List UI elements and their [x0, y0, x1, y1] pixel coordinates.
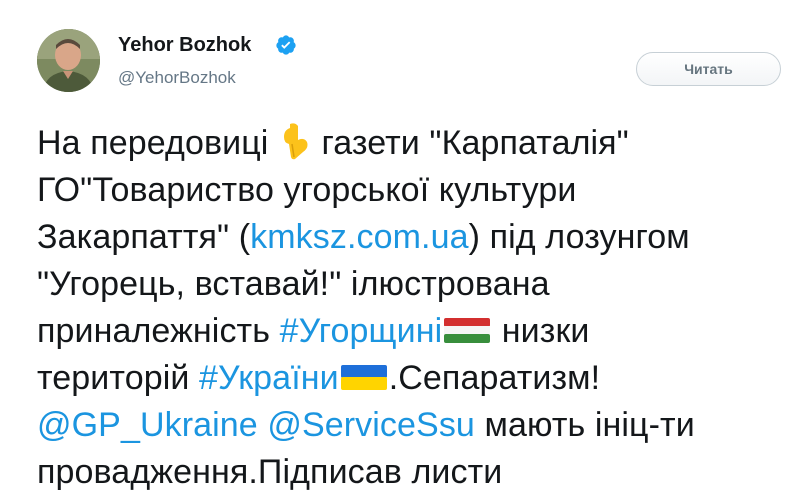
tweet-text-segment: низки — [492, 312, 590, 350]
mention-link-gp-ukraine[interactable]: @GP_Ukraine — [37, 406, 258, 444]
tweet-text-segment: .Сепаратизм! — [388, 359, 601, 397]
tweet-line-5: приналежність #Угорщині низки — [37, 308, 797, 355]
verified-badge-icon — [276, 35, 296, 55]
tweet-text-segment: територій — [37, 359, 200, 397]
tweet-card: Yehor Bozhok @YehorBozhok Читать На пере… — [0, 0, 800, 503]
avatar-photo-icon — [37, 29, 100, 92]
tweet-text-segment: На передовиці — [37, 124, 269, 162]
tweet-text-segment: ) під лозунгом — [468, 218, 690, 256]
avatar[interactable] — [37, 29, 100, 92]
tweet-line-4: "Угорець, вставай!" ілюстрована — [37, 261, 797, 308]
tweet-line-7: @GP_Ukraine @ServiceSsu мають ініц-ти — [37, 402, 797, 449]
tweet-line-1: На передовиці газети "Карпаталія" — [37, 120, 797, 167]
tweet-line-2: ГО"Товариство угорської культури — [37, 167, 797, 214]
tweet-text-segment: "Угорець, вставай!" ілюстрована — [37, 265, 550, 303]
url-link[interactable]: kmksz.com.ua — [250, 218, 468, 256]
tweet-text-segment — [258, 406, 268, 444]
tweet-text-segment: газети "Карпаталія" — [321, 124, 629, 162]
tweet-line-8: провадження.Підписав листи — [37, 449, 797, 496]
tweet-text-segment: Закарпаття" ( — [37, 218, 251, 256]
author-handle[interactable]: @YehorBozhok — [118, 67, 236, 89]
tweet-text-segment: приналежність — [37, 312, 280, 350]
author-name[interactable]: Yehor Bozhok — [118, 33, 251, 57]
tweet-line-3: Закарпаття" (kmksz.com.ua) під лозунгом — [37, 214, 797, 261]
tweet-line-6: територій #України .Сепаратизм! — [37, 355, 797, 402]
tweet-text-segment: провадження.Підписав листи — [37, 453, 503, 491]
flag-hungary-icon — [442, 314, 492, 361]
tweet-text-segment: мають ініц-ти — [474, 406, 695, 444]
hashtag-link-hungary[interactable]: #Угорщині — [280, 312, 443, 350]
flag-ukraine-icon — [339, 361, 389, 408]
tweet-text-segment: ГО"Товариство угорської культури — [37, 171, 577, 209]
follow-button[interactable]: Читать — [636, 52, 781, 86]
pointing-down-icon — [278, 122, 312, 173]
mention-link-servicessu[interactable]: @ServiceSsu — [267, 406, 475, 444]
tweet-text: На передовиці газети "Карпаталія" ГО"Тов… — [37, 120, 797, 496]
hashtag-link-ukraine[interactable]: #України — [199, 359, 339, 397]
